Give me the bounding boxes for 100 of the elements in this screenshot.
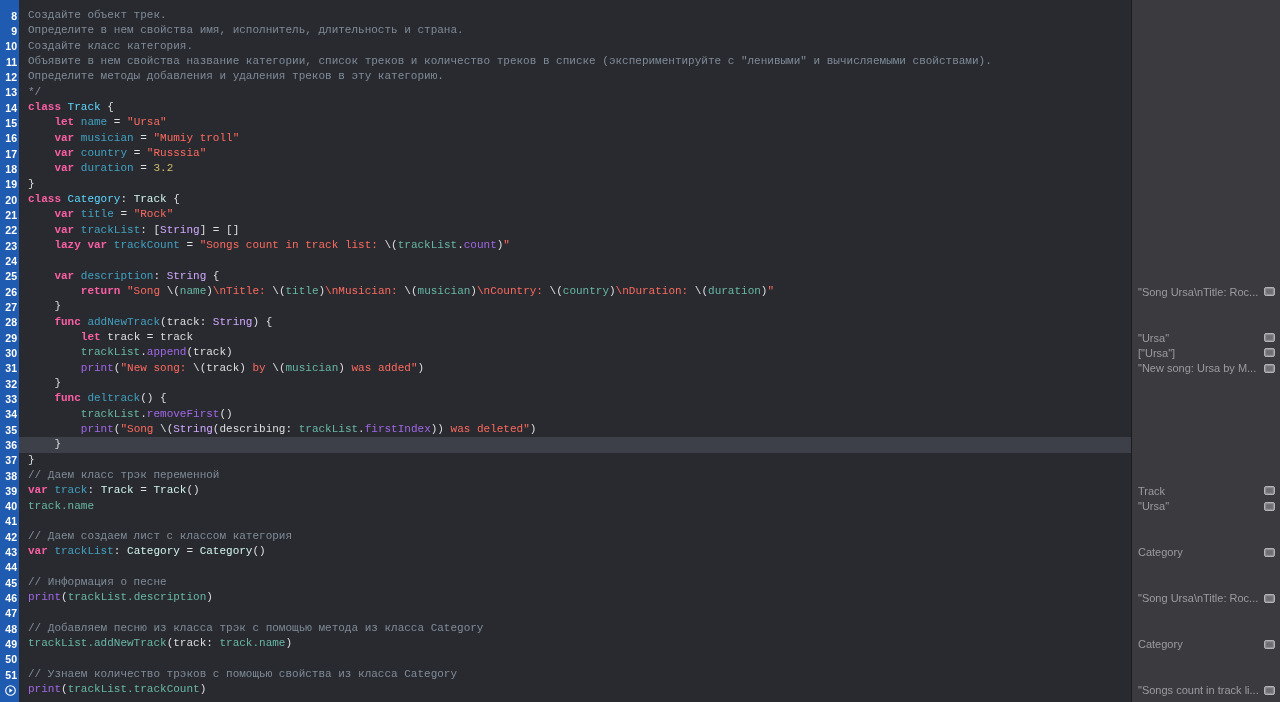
- result-value: ["Ursa"]: [1138, 346, 1176, 359]
- quick-look-icon[interactable]: [1264, 685, 1275, 695]
- line-number: 21: [5, 208, 17, 221]
- code-line: Определите в нем свойства имя, исполнитель, длительность и страна.: [27, 23, 465, 39]
- line-number: 45: [5, 576, 17, 589]
- code-line: trackList.addNewTrack(track: track.name): [27, 636, 294, 652]
- line-number: 17: [5, 147, 17, 160]
- code-line: class Category: Track {: [27, 191, 181, 207]
- code-line: var trackList: Category = Category(): [27, 544, 267, 560]
- code-line: print("Song \(String(describing: trackList.firstIndex)) was deleted"): [79, 421, 538, 437]
- code-line: trackList.removeFirst(): [79, 406, 234, 422]
- code-line: var description: String {: [53, 268, 221, 284]
- line-number: 10: [5, 40, 17, 53]
- result-value: Category: [1138, 546, 1183, 559]
- code-line: var duration = 3.2: [53, 161, 175, 177]
- result-value: "New song: Ursa by M...: [1138, 362, 1257, 375]
- line-number: 39: [5, 484, 17, 497]
- line-number: 44: [5, 561, 17, 574]
- result-value: "Songs count in track li...: [1138, 684, 1259, 697]
- code-line: // Информация о песне: [27, 575, 168, 591]
- code-line: class Track {: [27, 99, 115, 115]
- line-number: 8: [11, 9, 17, 22]
- code-line: let track = track: [79, 329, 195, 345]
- code-line: let name = "Ursa": [53, 115, 168, 131]
- code-line: lazy var trackCount = "Songs count in track list: \(trackList.count)": [53, 237, 511, 253]
- result-value: "Ursa": [1138, 500, 1170, 513]
- line-number: 32: [5, 377, 17, 390]
- quick-look-icon[interactable]: [1264, 547, 1275, 557]
- line-number: 20: [5, 193, 17, 206]
- line-number: 33: [5, 392, 17, 405]
- line-number: 38: [5, 469, 17, 482]
- line-number: 51: [5, 668, 17, 681]
- line-number: 28: [5, 316, 17, 329]
- line-number: 48: [5, 622, 17, 635]
- code-line: print(trackList.trackCount): [27, 682, 208, 698]
- code-line: Создайте класс категория.: [27, 38, 195, 54]
- line-number: 11: [5, 55, 17, 68]
- line-number: 40: [5, 500, 17, 513]
- result-value: Category: [1138, 638, 1183, 651]
- line-number: 50: [5, 653, 17, 666]
- code-line: */: [27, 84, 43, 100]
- line-number: 29: [5, 331, 17, 344]
- code-line: trackList.append(track): [79, 345, 234, 361]
- line-number: 43: [5, 546, 17, 559]
- result-value: "Ursa": [1138, 331, 1170, 344]
- code-line: Определите методы добавления и удаления треков в эту категорию.: [27, 69, 445, 85]
- line-number: 24: [5, 254, 17, 267]
- result-value: Track: [1138, 484, 1166, 497]
- code-line: track.name: [27, 498, 95, 514]
- line-number: 36: [5, 438, 17, 451]
- quick-look-icon[interactable]: [1264, 333, 1275, 343]
- line-number: 26: [5, 285, 17, 298]
- quick-look-icon[interactable]: [1264, 287, 1275, 297]
- quick-look-icon[interactable]: [1264, 486, 1275, 496]
- code-line: }: [27, 176, 36, 192]
- code-line: }: [27, 452, 36, 468]
- result-value: "Song Ursa\nTitle: Roc...: [1138, 592, 1259, 605]
- code-line: var track: Track = Track(): [27, 483, 201, 499]
- code-line: Создайте объект трек.: [27, 8, 168, 23]
- line-number: 42: [5, 530, 17, 543]
- code-line: var musician = "Mumiy troll": [53, 130, 241, 146]
- line-number: 16: [5, 132, 17, 145]
- code-line: }: [53, 299, 62, 315]
- line-number: 9: [11, 25, 17, 37]
- code-line: // Даем класс трэк переменной: [27, 467, 221, 483]
- line-number: 47: [5, 607, 17, 620]
- line-number: 35: [5, 423, 17, 436]
- quick-look-icon[interactable]: [1264, 501, 1275, 511]
- line-number: 46: [5, 592, 17, 605]
- code-line: var trackList: [String] = []: [53, 222, 241, 238]
- line-number: 41: [5, 515, 17, 528]
- code-line: var country = "Russsia": [53, 145, 208, 161]
- code-line: // Добавляем песню из класса трэк с помощью метода из класса Category: [27, 621, 485, 637]
- code-line: func addNewTrack(track: String) {: [53, 314, 274, 330]
- line-number: 49: [5, 638, 17, 651]
- line-number: 30: [5, 346, 17, 359]
- quick-look-icon[interactable]: [1264, 363, 1275, 373]
- line-number: 34: [5, 408, 17, 421]
- line-number: 37: [5, 454, 17, 467]
- line-number: 18: [5, 162, 17, 175]
- code-line: // Узнаем количество трэков с помощью свойства из класса Category: [27, 667, 459, 683]
- code-line: print("New song: \(track) by \(musician) was added"): [79, 360, 426, 376]
- code-line: }: [53, 375, 62, 391]
- line-number: 22: [5, 224, 17, 237]
- quick-look-icon[interactable]: [1264, 593, 1275, 603]
- line-number: 19: [5, 178, 17, 191]
- line-number: 25: [5, 270, 17, 283]
- code-line: var title = "Rock": [53, 207, 175, 223]
- line-number: 14: [5, 101, 17, 114]
- quick-look-icon[interactable]: [1264, 348, 1275, 358]
- line-number: 23: [5, 239, 17, 252]
- run-button[interactable]: [5, 684, 16, 696]
- quick-look-icon[interactable]: [1264, 639, 1275, 649]
- line-number: 13: [5, 86, 17, 99]
- line-number: 12: [5, 70, 17, 83]
- result-value: "Song Ursa\nTitle: Roc...: [1138, 285, 1259, 298]
- code-line: print(trackList.description): [27, 590, 214, 606]
- code-line: return "Song \(name)\nTitle: \(title)\nMusician: \(musician)\nCountry: \(country)\nDuration: \(duration)": [79, 283, 776, 299]
- line-number: 27: [5, 300, 17, 313]
- line-number: 15: [5, 116, 17, 129]
